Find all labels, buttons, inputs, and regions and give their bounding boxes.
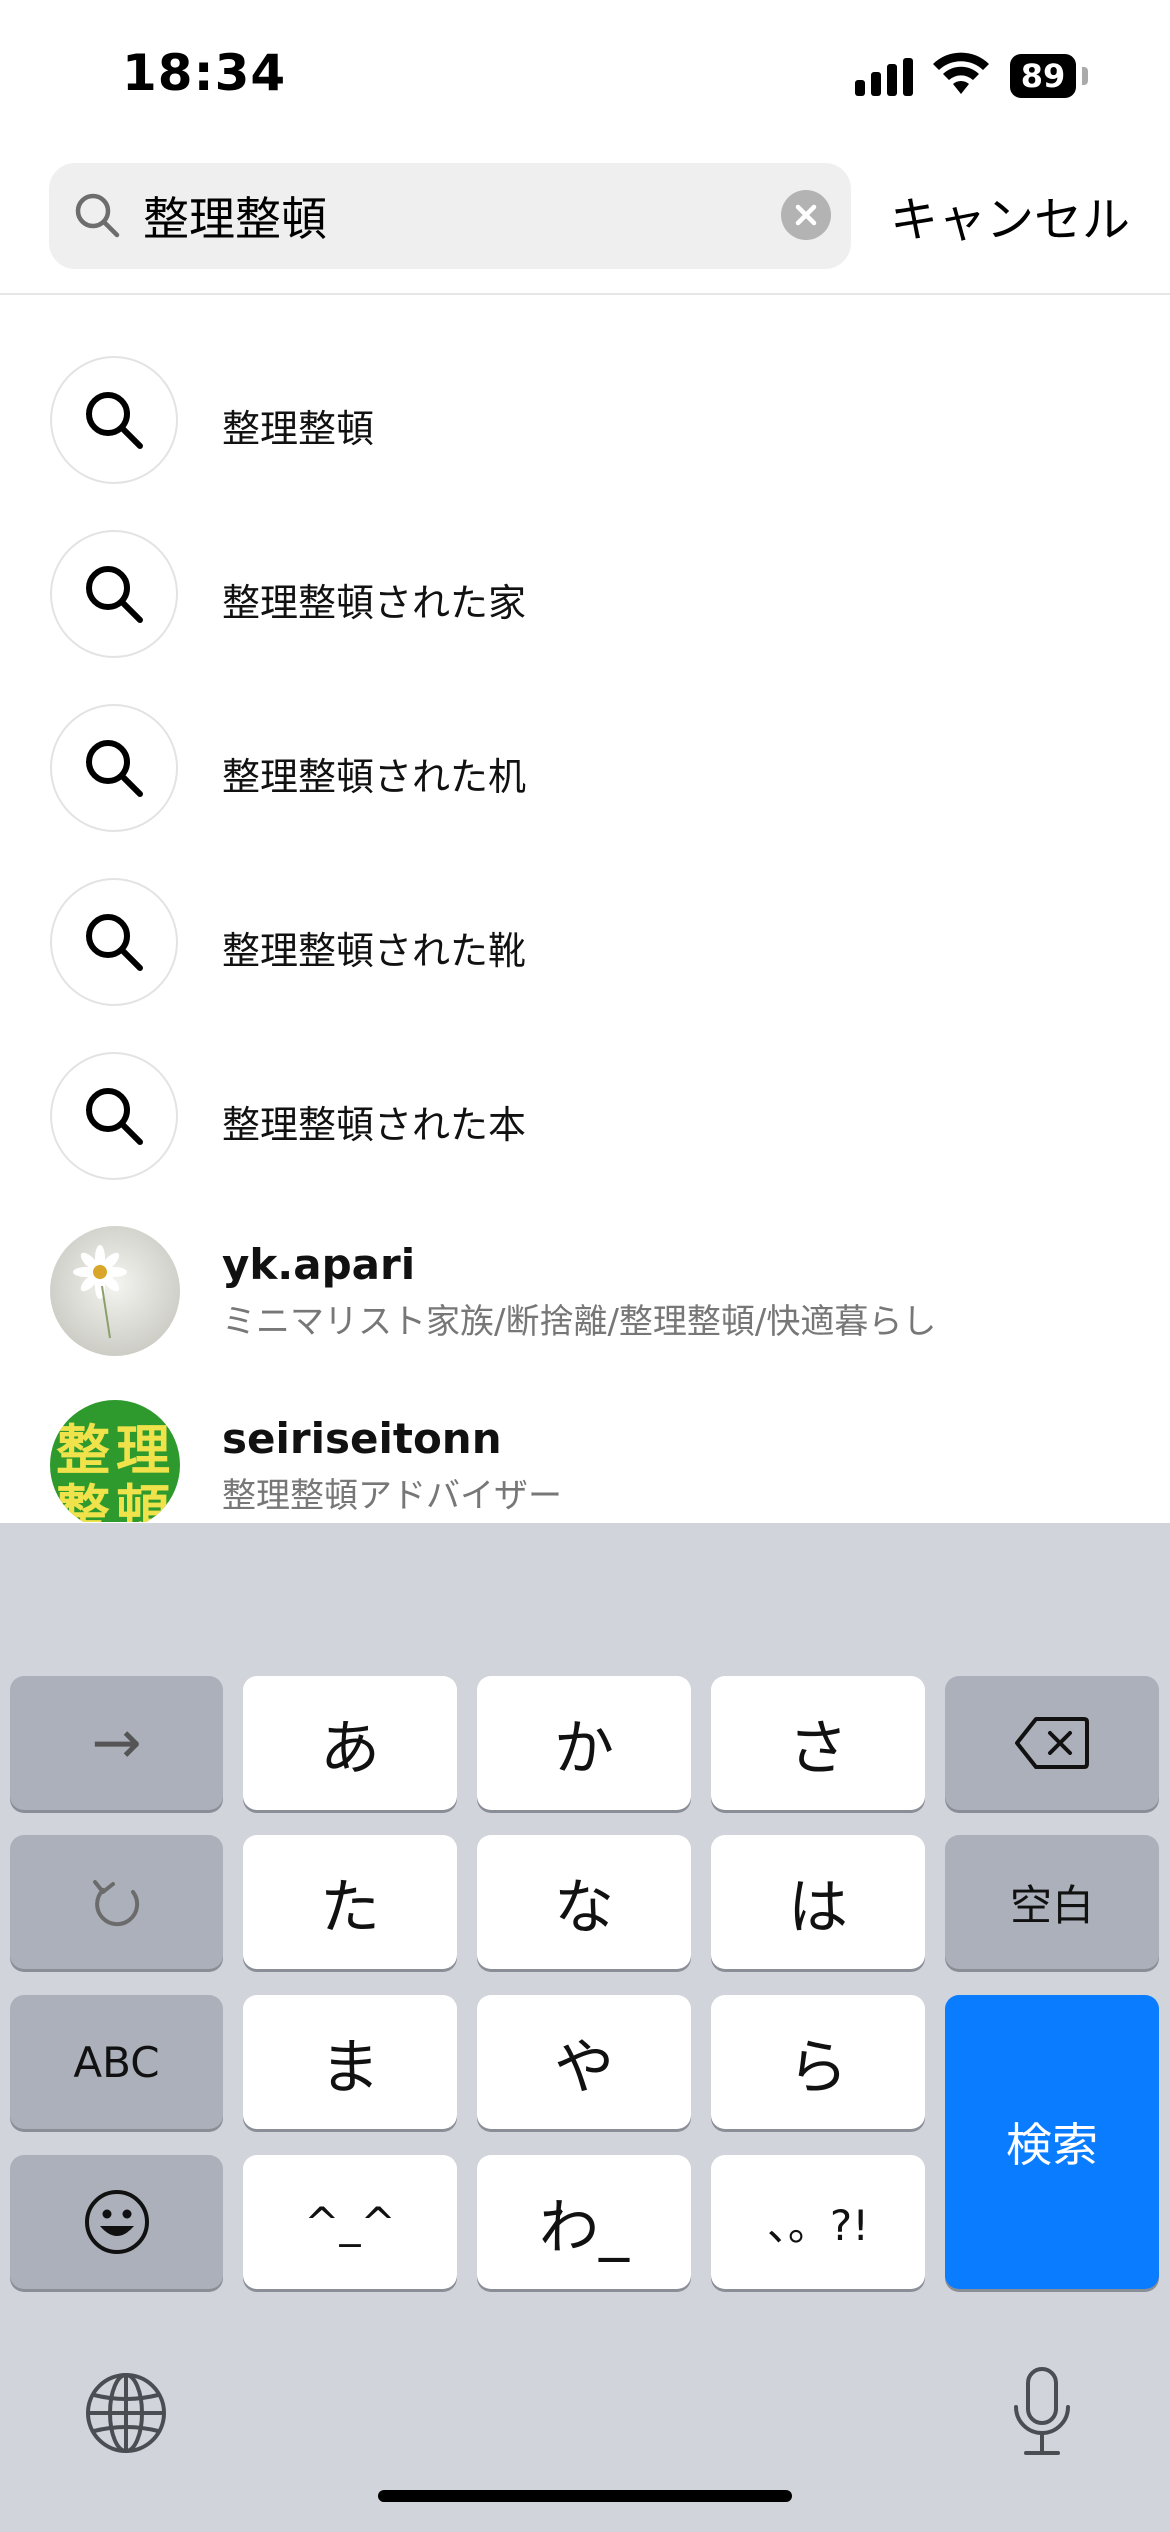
keyboard: → あ か さ た な は 空白 ABC ま や ら ^_^ わ_ 、。?! 検…: [0, 1523, 1170, 2532]
search-input[interactable]: [143, 181, 743, 251]
cellular-signal-icon: [855, 58, 913, 96]
key-ta[interactable]: た: [243, 1835, 457, 1969]
suggestion-label: 整理整頓: [222, 407, 375, 451]
key-na[interactable]: な: [477, 1835, 691, 1969]
key-kaomoji[interactable]: ^_^: [243, 2155, 457, 2289]
key-ra[interactable]: ら: [711, 1995, 925, 2129]
suggestion-item[interactable]: 整理整頓: [0, 356, 1170, 530]
search-icon: [86, 1088, 143, 1145]
search-icon: [86, 740, 143, 797]
search-icon: [75, 193, 120, 238]
key-sa[interactable]: さ: [711, 1676, 925, 1810]
avatar-char: 頓: [116, 1479, 170, 1522]
suggestion-label: 整理整頓された本: [222, 1103, 527, 1147]
search-icon: [86, 914, 143, 971]
avatar: 整 理 整 頓: [50, 1400, 180, 1522]
search-icon: [86, 392, 143, 449]
suggestion-icon-circle: [50, 530, 178, 658]
suggestion-item[interactable]: 整理整頓された机: [0, 704, 1170, 878]
suggestion-icon-circle: [50, 878, 178, 1006]
delete-key[interactable]: [945, 1676, 1159, 1810]
flower-avatar-image: [50, 1226, 180, 1356]
space-key[interactable]: 空白: [945, 1835, 1159, 1969]
wifi-icon: [933, 52, 989, 94]
suggestion-label: 整理整頓された机: [222, 755, 527, 799]
suggestion-item[interactable]: 整理整頓された本: [0, 1052, 1170, 1226]
key-arrow[interactable]: →: [10, 1676, 223, 1810]
status-bar: 18:34 89: [0, 0, 1170, 150]
key-wa[interactable]: わ_: [477, 2155, 691, 2289]
search-results: 整理整頓 整理整頓された家 整理整頓された机 整理整頓された靴 整理整頓された本…: [0, 350, 1170, 1522]
account-username: seiriseitonn: [222, 1414, 502, 1463]
suggestion-icon-circle: [50, 1052, 178, 1180]
suggestion-label: 整理整頓された家: [222, 581, 527, 625]
emoji-key[interactable]: [10, 2155, 223, 2289]
avatar-char: 整: [56, 1479, 110, 1522]
suggestion-item[interactable]: 整理整頓された靴: [0, 878, 1170, 1052]
key-ka[interactable]: か: [477, 1676, 691, 1810]
account-username: yk.apari: [222, 1240, 416, 1289]
battery-cap: [1082, 67, 1088, 85]
close-icon: [795, 204, 817, 226]
key-ma[interactable]: ま: [243, 1995, 457, 2129]
battery-icon: 89: [1010, 54, 1076, 98]
globe-icon[interactable]: [84, 2371, 168, 2455]
account-item[interactable]: yk.apari ミニマリスト家族/断捨離/整理整頓/快適暮らし: [0, 1226, 1170, 1400]
key-ha[interactable]: は: [711, 1835, 925, 1969]
search-icon: [86, 566, 143, 623]
suggestion-icon-circle: [50, 356, 178, 484]
clear-search-button[interactable]: [781, 190, 831, 240]
cancel-button[interactable]: キャンセル: [890, 180, 1130, 250]
avatar: [50, 1226, 180, 1356]
account-item[interactable]: 整 理 整 頓 seiriseitonn 整理整頓アドバイザー: [0, 1400, 1170, 1522]
abc-key[interactable]: ABC: [10, 1995, 223, 2129]
search-submit-key[interactable]: 検索: [945, 1995, 1159, 2289]
undo-icon: [92, 1880, 139, 1927]
key-punctuation[interactable]: 、。?!: [711, 2155, 925, 2289]
key-ya[interactable]: や: [477, 1995, 691, 2129]
search-bar[interactable]: [49, 163, 851, 269]
suggestion-icon-circle: [50, 704, 178, 832]
suggestion-label: 整理整頓された靴: [222, 929, 527, 973]
account-bio: 整理整頓アドバイザー: [222, 1476, 562, 1516]
suggestion-item[interactable]: 整理整頓された家: [0, 530, 1170, 704]
header-divider: [0, 293, 1170, 295]
key-a[interactable]: あ: [243, 1676, 457, 1810]
microphone-icon[interactable]: [1010, 2365, 1074, 2461]
undo-key[interactable]: [10, 1835, 223, 1969]
emoji-icon: [84, 2190, 149, 2254]
status-time: 18:34: [122, 44, 287, 102]
home-indicator: [378, 2490, 792, 2502]
account-bio: ミニマリスト家族/断捨離/整理整頓/快適暮らし: [222, 1302, 937, 1342]
delete-icon: [1015, 1717, 1089, 1769]
